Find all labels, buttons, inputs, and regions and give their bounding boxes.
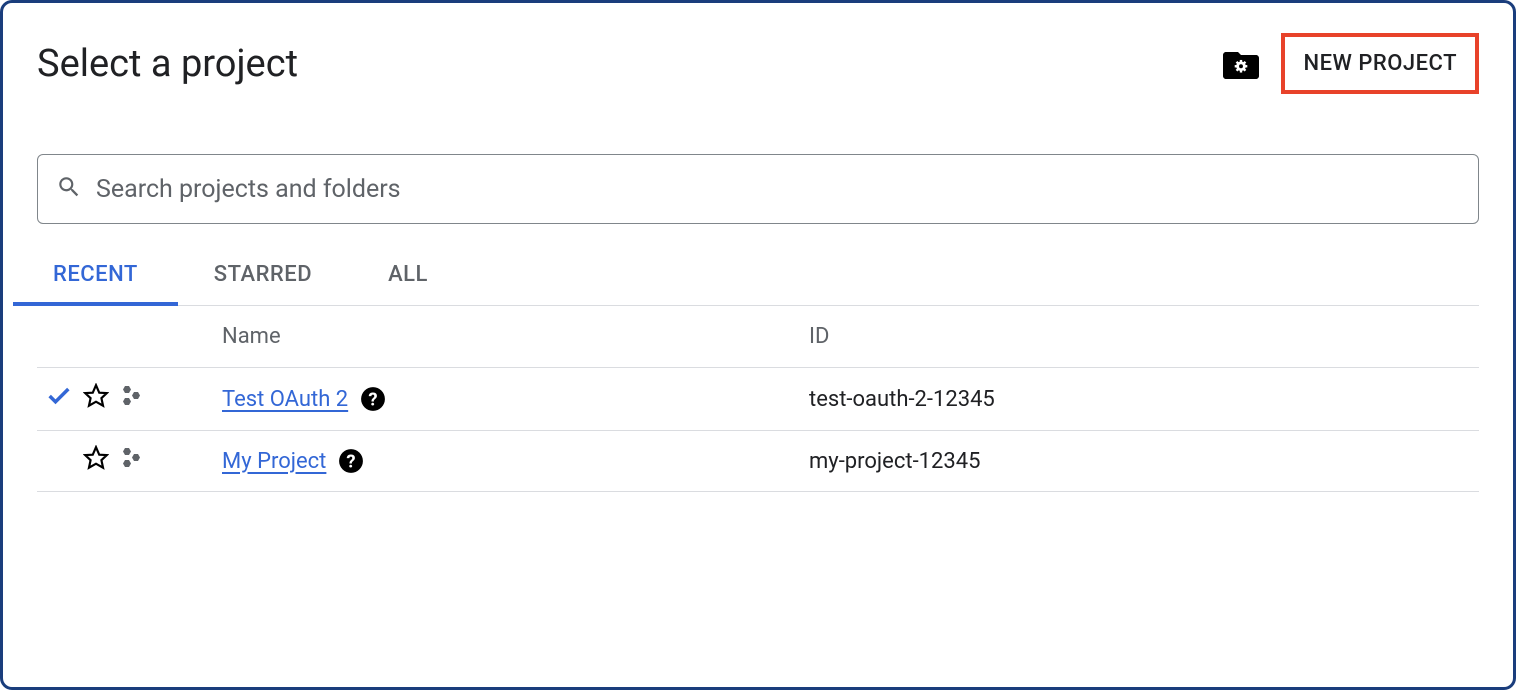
projects-table: Name ID <box>37 306 1479 492</box>
project-type-icon <box>119 384 147 414</box>
header-actions: NEW PROJECT <box>1223 33 1479 94</box>
help-icon[interactable]: ? <box>360 386 386 412</box>
project-link[interactable]: My Project <box>222 449 326 474</box>
help-icon[interactable]: ? <box>338 448 364 474</box>
column-header-name: Name <box>222 324 809 349</box>
tab-starred[interactable]: STARRED <box>214 262 312 305</box>
project-link[interactable]: Test OAuth 2 <box>222 387 348 412</box>
search-icon <box>56 174 82 204</box>
table-row[interactable]: Test OAuth 2 ? test-oauth-2-12345 <box>37 368 1479 431</box>
table-row[interactable]: My Project ? my-project-12345 <box>37 431 1479 492</box>
tab-all[interactable]: ALL <box>388 262 428 305</box>
search-input[interactable] <box>96 175 1460 204</box>
dialog-header: Select a project NEW PROJECT <box>37 33 1479 94</box>
folder-settings-icon[interactable] <box>1223 49 1259 79</box>
check-icon <box>45 382 73 416</box>
project-type-icon <box>119 446 147 476</box>
svg-text:?: ? <box>369 390 378 411</box>
star-icon[interactable] <box>83 445 109 477</box>
project-id: my-project-12345 <box>809 449 1479 474</box>
search-container[interactable] <box>37 154 1479 224</box>
tab-recent[interactable]: RECENT <box>53 262 138 305</box>
tabs: RECENT STARRED ALL <box>37 262 1479 306</box>
project-id: test-oauth-2-12345 <box>809 387 1479 412</box>
dialog-title: Select a project <box>37 42 298 86</box>
new-project-button[interactable]: NEW PROJECT <box>1281 33 1479 94</box>
star-icon[interactable] <box>83 383 109 415</box>
svg-text:?: ? <box>347 452 356 473</box>
select-project-dialog: Select a project NEW PROJECT <box>3 3 1513 492</box>
table-header: Name ID <box>37 306 1479 368</box>
column-header-id: ID <box>809 324 1479 349</box>
